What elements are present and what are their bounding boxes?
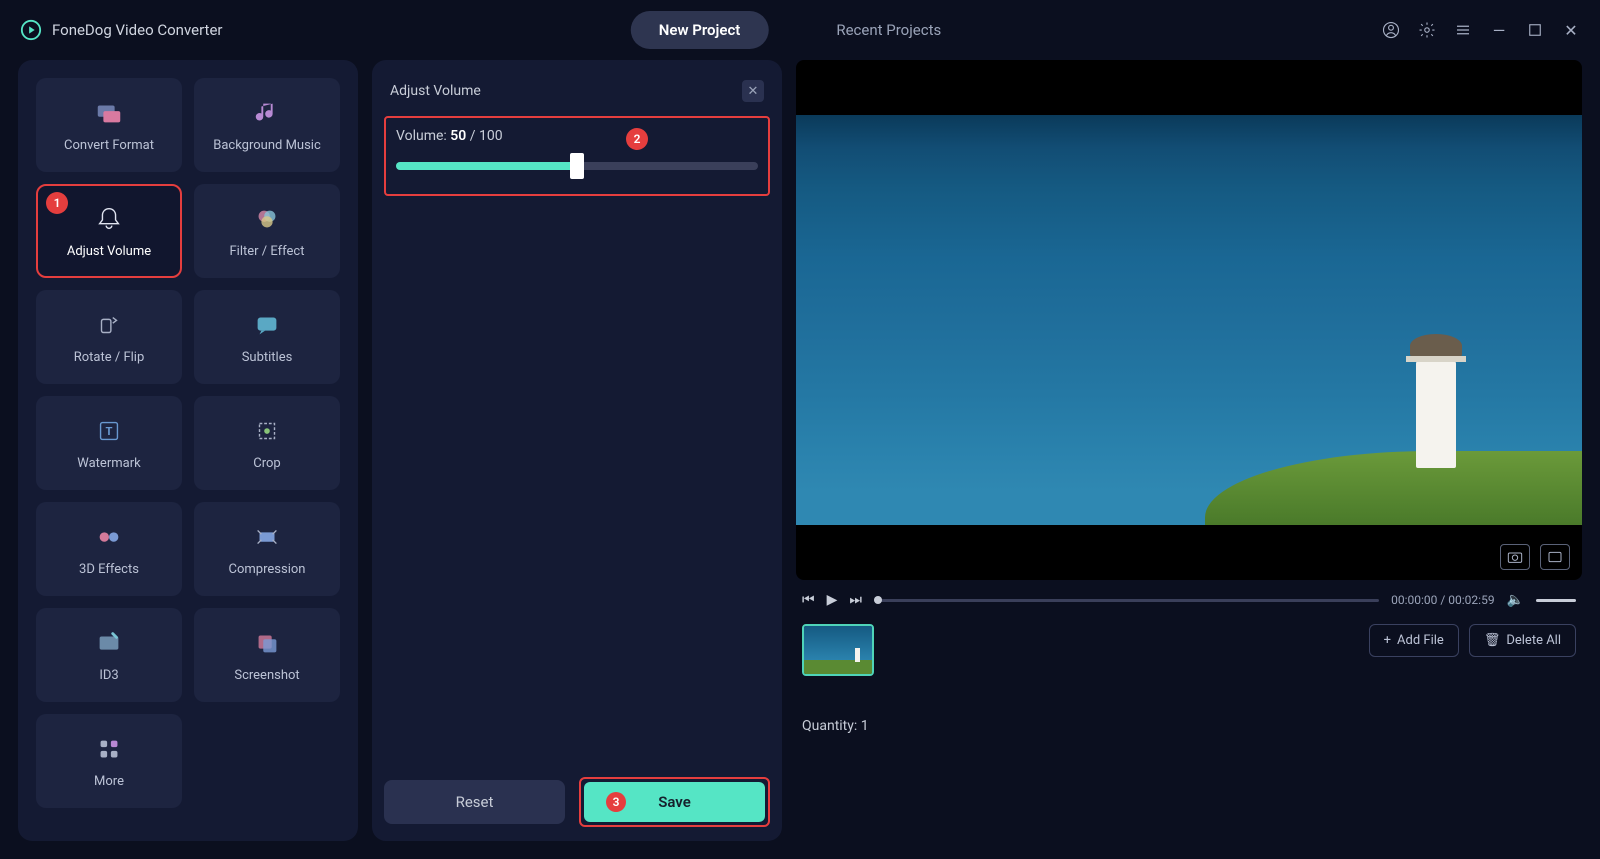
svg-text:T: T bbox=[106, 424, 113, 437]
tool-background-music[interactable]: Background Music bbox=[194, 78, 340, 172]
tool-convert-format[interactable]: Convert Format bbox=[36, 78, 182, 172]
title-bar: FoneDog Video Converter New Project Rece… bbox=[0, 0, 1600, 60]
center-actions: Reset 3 Save bbox=[384, 763, 770, 827]
tool-label: Adjust Volume bbox=[67, 244, 151, 259]
crop-icon bbox=[252, 416, 282, 446]
delete-all-button[interactable]: 🗑Delete All bbox=[1469, 624, 1576, 657]
tool-more[interactable]: More bbox=[36, 714, 182, 808]
preview-image bbox=[796, 115, 1582, 525]
preview-overlay-buttons bbox=[1500, 544, 1570, 570]
tool-label: ID3 bbox=[99, 668, 118, 683]
volume-slider[interactable] bbox=[396, 162, 758, 170]
tool-rotate-flip[interactable]: Rotate / Flip bbox=[36, 290, 182, 384]
tool-compression[interactable]: Compression bbox=[194, 502, 340, 596]
volume-mini-slider[interactable] bbox=[1536, 599, 1576, 602]
convert-format-icon bbox=[94, 98, 124, 128]
volume-label: Volume: 50 / 100 bbox=[396, 128, 758, 144]
tool-label: Background Music bbox=[213, 138, 321, 153]
id3-icon bbox=[94, 628, 124, 658]
tool-label: Watermark bbox=[77, 456, 140, 471]
close-icon[interactable]: ✕ bbox=[1562, 21, 1580, 39]
center-panel: Adjust Volume ✕ 2 Volume: 50 / 100 Reset… bbox=[372, 60, 782, 841]
save-button-highlight: 3 Save bbox=[579, 777, 770, 827]
maximize-icon[interactable] bbox=[1526, 21, 1544, 39]
file-list-row: Quantity: 1 +Add File 🗑Delete All bbox=[796, 620, 1582, 738]
window-controls: — ✕ bbox=[1382, 21, 1580, 39]
volume-current: 50 bbox=[450, 128, 466, 144]
step-forward-button[interactable]: ⏭ bbox=[849, 592, 862, 608]
project-tabs: New Project Recent Projects bbox=[631, 11, 969, 49]
volume-slider-thumb[interactable] bbox=[570, 153, 584, 179]
more-icon bbox=[94, 734, 124, 764]
tool-filter-effect[interactable]: Filter / Effect bbox=[194, 184, 340, 278]
quantity-label: Quantity: 1 bbox=[802, 718, 874, 734]
volume-control-box: 2 Volume: 50 / 100 bbox=[384, 116, 770, 196]
bell-icon bbox=[94, 204, 124, 234]
tool-watermark[interactable]: T Watermark bbox=[36, 396, 182, 490]
volume-icon[interactable]: 🔈 bbox=[1507, 592, 1524, 608]
tools-grid: Convert Format Background Music 1 Adjust… bbox=[36, 78, 340, 808]
tools-sidebar: Convert Format Background Music 1 Adjust… bbox=[18, 60, 358, 841]
snapshot-button[interactable] bbox=[1500, 544, 1530, 570]
tool-label: Screenshot bbox=[234, 668, 299, 683]
file-actions: +Add File 🗑Delete All bbox=[1369, 624, 1576, 657]
tab-new-project[interactable]: New Project bbox=[631, 11, 769, 49]
video-preview bbox=[796, 60, 1582, 580]
account-icon[interactable] bbox=[1382, 21, 1400, 39]
main-layout: Convert Format Background Music 1 Adjust… bbox=[0, 60, 1600, 859]
watermark-icon: T bbox=[94, 416, 124, 446]
screenshot-icon bbox=[252, 628, 282, 658]
file-thumbnail[interactable] bbox=[802, 624, 874, 676]
tool-id3[interactable]: ID3 bbox=[36, 608, 182, 702]
tool-label: Crop bbox=[253, 456, 280, 471]
rotate-icon bbox=[94, 310, 124, 340]
tool-label: Subtitles bbox=[242, 350, 293, 365]
step-back-button[interactable]: ⏮ bbox=[802, 592, 815, 608]
music-icon bbox=[252, 98, 282, 128]
center-header: Adjust Volume ✕ bbox=[384, 74, 770, 116]
volume-slider-fill bbox=[396, 162, 577, 170]
annotation-badge-2: 2 bbox=[626, 128, 648, 150]
trash-icon: 🗑 bbox=[1484, 633, 1501, 648]
filter-effect-icon bbox=[252, 204, 282, 234]
tool-label: 3D Effects bbox=[79, 562, 139, 577]
minimize-icon[interactable]: — bbox=[1490, 21, 1508, 39]
app-logo: FoneDog Video Converter bbox=[20, 19, 222, 41]
timeline-playhead[interactable] bbox=[874, 596, 882, 604]
annotation-badge-3: 3 bbox=[606, 792, 626, 812]
app-title: FoneDog Video Converter bbox=[52, 21, 222, 39]
plus-icon: + bbox=[1384, 633, 1391, 648]
app-logo-icon bbox=[20, 19, 42, 41]
tool-label: More bbox=[94, 774, 124, 789]
tool-3d-effects[interactable]: 3D Effects bbox=[36, 502, 182, 596]
center-title: Adjust Volume bbox=[390, 83, 481, 99]
player-controls: ⏮ ▶ ⏭ 00:00:00 / 00:02:59 🔈 bbox=[796, 592, 1582, 608]
tool-subtitles[interactable]: Subtitles bbox=[194, 290, 340, 384]
tool-screenshot[interactable]: Screenshot bbox=[194, 608, 340, 702]
reset-button[interactable]: Reset bbox=[384, 780, 565, 824]
time-display: 00:00:00 / 00:02:59 bbox=[1391, 593, 1494, 607]
fullscreen-button[interactable] bbox=[1540, 544, 1570, 570]
settings-icon[interactable] bbox=[1418, 21, 1436, 39]
3d-glasses-icon bbox=[94, 522, 124, 552]
annotation-badge-1: 1 bbox=[46, 192, 68, 214]
tool-label: Convert Format bbox=[64, 138, 154, 153]
menu-icon[interactable] bbox=[1454, 21, 1472, 39]
right-panel: ⏮ ▶ ⏭ 00:00:00 / 00:02:59 🔈 Quantity: 1 … bbox=[796, 60, 1582, 841]
tool-label: Rotate / Flip bbox=[74, 350, 145, 365]
play-button[interactable]: ▶ bbox=[827, 592, 838, 608]
tool-label: Compression bbox=[229, 562, 306, 577]
tool-label: Filter / Effect bbox=[230, 244, 305, 259]
add-file-button[interactable]: +Add File bbox=[1369, 624, 1459, 657]
save-button[interactable]: 3 Save bbox=[584, 782, 765, 822]
tool-crop[interactable]: Crop bbox=[194, 396, 340, 490]
subtitles-icon bbox=[252, 310, 282, 340]
compression-icon bbox=[252, 522, 282, 552]
tab-recent-projects[interactable]: Recent Projects bbox=[808, 11, 969, 49]
tool-adjust-volume[interactable]: 1 Adjust Volume bbox=[36, 184, 182, 278]
timeline-slider[interactable] bbox=[874, 599, 1379, 602]
volume-max: 100 bbox=[479, 128, 503, 144]
close-panel-button[interactable]: ✕ bbox=[742, 80, 764, 102]
